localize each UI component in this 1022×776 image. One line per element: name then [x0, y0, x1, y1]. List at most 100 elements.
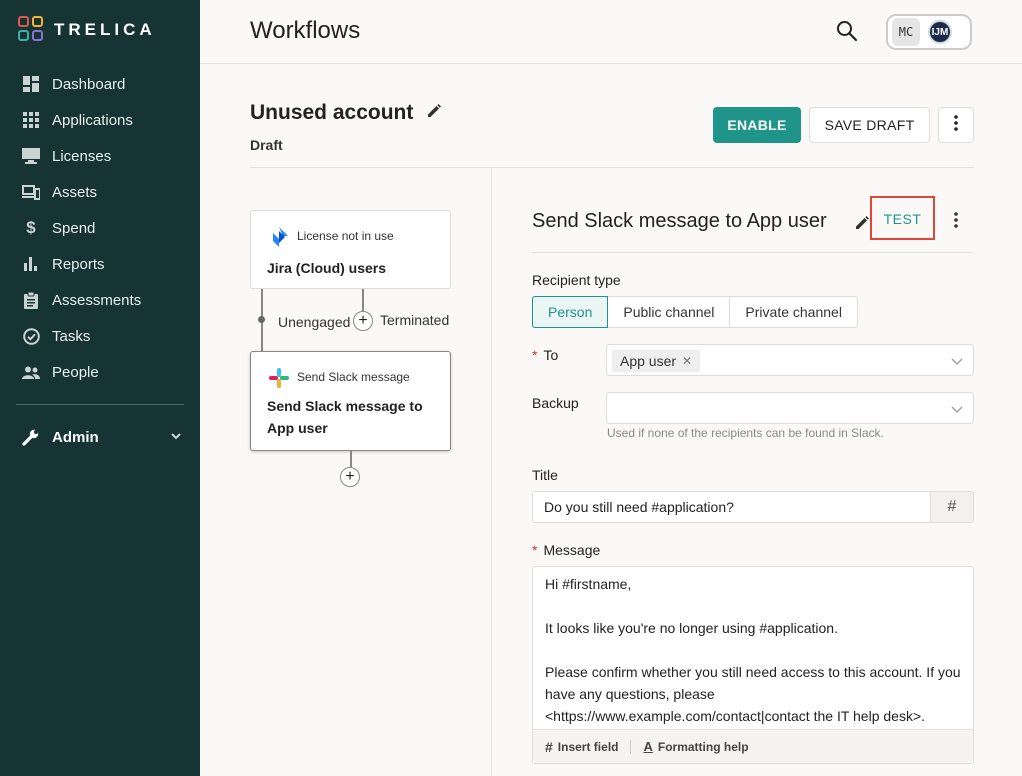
kebab-icon[interactable]	[948, 210, 964, 230]
to-label-text: To	[543, 347, 559, 363]
recipient-option-public-channel[interactable]: Public channel	[608, 297, 731, 327]
branch-label-unengaged: Unengaged	[278, 314, 351, 330]
node-label: Jira (Cloud) users	[267, 260, 387, 276]
message-paragraph: It looks like you're no longer using #ap…	[545, 620, 838, 636]
edit-pencil-icon[interactable]	[427, 104, 441, 123]
trelica-logo[interactable]: TRELICA	[18, 16, 156, 44]
node-type: License not in use	[297, 229, 394, 243]
message-editor[interactable]: Hi #firstname, It looks like you're no l…	[532, 566, 974, 764]
message-text[interactable]: Hi #firstname, It looks like you're no l…	[545, 573, 965, 727]
sidebar-item-people[interactable]: People	[0, 354, 200, 390]
panel-divider	[491, 168, 492, 776]
save-draft-button[interactable]: SAVE DRAFT	[809, 107, 930, 143]
jira-icon	[269, 227, 289, 247]
more-options-button[interactable]	[938, 107, 974, 143]
sidebar-item-tasks[interactable]: Tasks	[0, 318, 200, 354]
recipient-type-label: Recipient type	[532, 272, 621, 288]
grid-icon	[22, 111, 40, 129]
wrench-icon	[22, 428, 40, 446]
test-button[interactable]: TEST	[876, 204, 929, 234]
connector-line	[350, 451, 352, 467]
search-icon[interactable]	[836, 20, 860, 44]
recipient-option-private-channel[interactable]: Private channel	[730, 297, 857, 327]
message-label: * Message	[532, 542, 600, 558]
required-asterisk: *	[532, 347, 538, 363]
workflow-name: Unused account	[250, 101, 414, 124]
action-node[interactable]: Send Slack message Send Slack message to…	[250, 351, 451, 451]
logo-icon	[18, 16, 46, 44]
people-icon	[22, 363, 40, 381]
edit-pencil-icon[interactable]	[855, 216, 869, 235]
add-step-button[interactable]: +	[353, 311, 373, 331]
license-icon	[22, 147, 40, 165]
sidebar-item-licenses[interactable]: Licenses	[0, 138, 200, 174]
enable-button[interactable]: ENABLE	[713, 107, 801, 143]
to-label: * To	[532, 347, 558, 363]
sidebar-item-label: Tasks	[52, 327, 91, 345]
sidebar-nav: Dashboard Applications Licenses Assets $…	[0, 66, 200, 390]
chip-label: App user	[620, 353, 677, 369]
message-paragraph: Please confirm whether you still need ac…	[545, 664, 961, 724]
brand-name: TRELICA	[54, 20, 156, 39]
recipient-option-person[interactable]: Person	[532, 296, 609, 328]
sidebar-item-label: Applications	[52, 111, 133, 129]
format-text-icon: A	[643, 739, 653, 754]
sidebar-item-assets[interactable]: Assets	[0, 174, 200, 210]
sidebar-item-label: People	[52, 363, 99, 381]
sidebar-item-label: Licenses	[52, 147, 112, 165]
message-label-text: Message	[543, 542, 601, 558]
check-circle-icon	[22, 327, 40, 345]
clipboard-icon	[22, 291, 40, 309]
insert-field-button[interactable]: #	[930, 491, 974, 523]
message-toolbar: # Insert field A Formatting help	[533, 729, 973, 763]
chevron-down-icon	[951, 354, 963, 372]
chevron-down-icon	[170, 429, 182, 446]
slack-icon	[269, 368, 289, 388]
sidebar-item-label: Assessments	[52, 291, 142, 309]
branch-label-terminated: Terminated	[380, 312, 450, 328]
node-type: Send Slack message	[297, 370, 410, 384]
sidebar-item-label: Admin	[52, 428, 99, 446]
branch-dot	[258, 316, 265, 323]
top-bar: Workflows MC IJM	[200, 0, 1022, 64]
backup-label: Backup	[532, 395, 579, 411]
backup-select[interactable]	[606, 392, 974, 424]
sidebar-item-label: Spend	[52, 219, 96, 237]
sidebar-item-applications[interactable]: Applications	[0, 102, 200, 138]
page-title: Workflows	[250, 17, 361, 44]
sidebar-item-assessments[interactable]: Assessments	[0, 282, 200, 318]
message-paragraph: Hi #firstname,	[545, 576, 632, 592]
sidebar-item-spend[interactable]: $ Spend	[0, 210, 200, 246]
avatar[interactable]: IJM	[928, 20, 952, 44]
sidebar-item-admin[interactable]: Admin	[0, 419, 200, 455]
formatting-help-link[interactable]: A Formatting help	[643, 739, 748, 754]
add-step-button[interactable]: +	[340, 467, 360, 487]
connector-line	[362, 289, 364, 311]
node-label: Send Slack message to App user	[267, 398, 423, 436]
hash-icon: #	[947, 498, 957, 515]
backup-hint: Used if none of the recipients can be fo…	[607, 426, 884, 440]
user-menu[interactable]: MC IJM	[886, 14, 972, 50]
sidebar-divider	[16, 404, 184, 405]
insert-field-link[interactable]: # Insert field	[545, 739, 618, 755]
sidebar-item-dashboard[interactable]: Dashboard	[0, 66, 200, 102]
trigger-node[interactable]: License not in use Jira (Cloud) users	[250, 210, 451, 289]
sidebar: TRELICA Dashboard Applications Licenses …	[0, 0, 200, 776]
recipient-chip: App user ✕	[612, 350, 701, 372]
recipient-type-selector: Person Public channel Private channel	[532, 296, 858, 328]
formatting-help-label: Formatting help	[657, 739, 749, 754]
sidebar-item-reports[interactable]: Reports	[0, 246, 200, 282]
remove-chip-icon[interactable]: ✕	[682, 354, 692, 368]
to-select[interactable]: App user ✕	[606, 344, 974, 376]
title-input[interactable]: Do you still need #application?	[532, 491, 931, 523]
dollar-icon: $	[26, 218, 36, 237]
step-title: Send Slack message to App user	[532, 210, 827, 232]
avatar[interactable]: MC	[892, 18, 920, 46]
sidebar-item-label: Dashboard	[52, 75, 126, 93]
title-label: Title	[532, 467, 558, 483]
required-asterisk: *	[532, 542, 538, 558]
toolbar-separator	[630, 739, 632, 754]
sidebar-item-label: Assets	[52, 183, 98, 201]
kebab-icon	[954, 114, 958, 136]
chevron-down-icon	[951, 402, 963, 420]
